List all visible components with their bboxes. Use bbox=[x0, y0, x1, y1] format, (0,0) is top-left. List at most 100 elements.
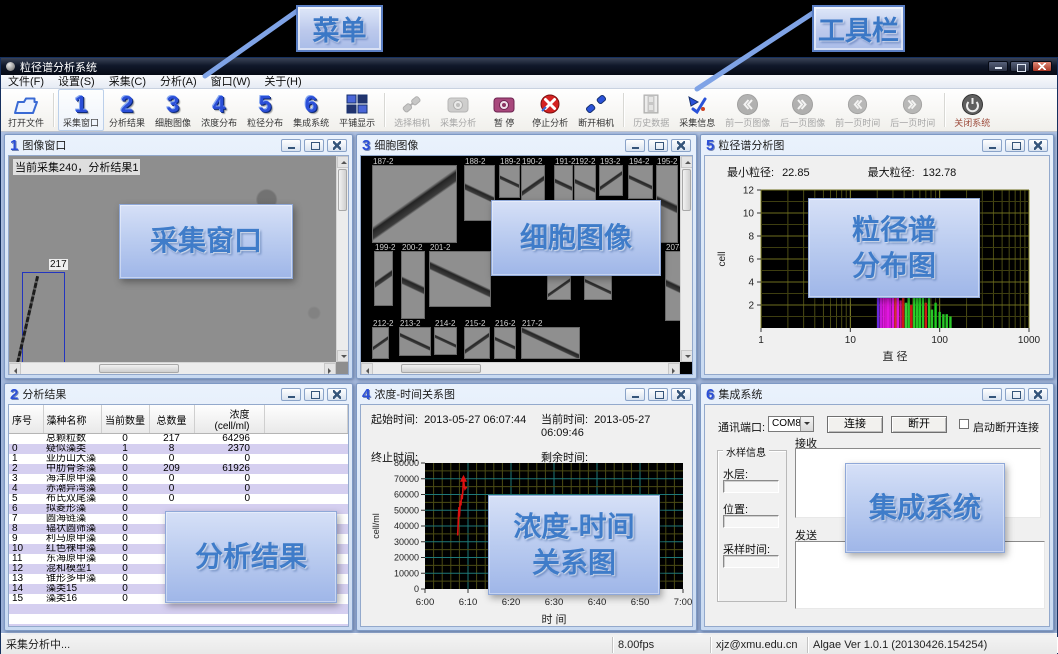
panel1-close-button[interactable] bbox=[327, 139, 347, 152]
window-maximize-button[interactable] bbox=[1010, 61, 1030, 72]
panel1-title-bar[interactable]: 1 图像窗口 bbox=[5, 135, 352, 155]
cell-thumbnail[interactable]: 213-2 bbox=[400, 328, 430, 355]
table-row[interactable]: 4赤潮异湾藻000 bbox=[9, 484, 348, 494]
table-row[interactable] bbox=[9, 604, 348, 614]
column-header-seq[interactable]: 序号 bbox=[9, 405, 43, 434]
cell-thumbnail[interactable]: 212-2 bbox=[373, 328, 388, 358]
auto-connect-checkbox[interactable] bbox=[959, 419, 969, 429]
column-header-current-count[interactable]: 当前数量 bbox=[101, 405, 149, 434]
view-size-distribution-button[interactable]: 5 粒径分布 bbox=[242, 89, 288, 131]
scroll-left-arrow-icon[interactable] bbox=[361, 363, 373, 375]
panel4-title-bar[interactable]: 4 浓度-时间关系图 bbox=[357, 384, 696, 404]
panel3-maximize-button[interactable] bbox=[648, 139, 668, 152]
scrollbar-thumb[interactable] bbox=[99, 364, 179, 373]
cell-thumbnail[interactable]: 216-2 bbox=[495, 328, 515, 358]
table-row[interactable]: 5布氏双尾藻000 bbox=[9, 494, 348, 504]
panel6-minimize-button[interactable] bbox=[982, 388, 1002, 401]
title-bar[interactable]: 粒径谱分析系统 bbox=[1, 58, 1057, 75]
panel2-minimize-button[interactable] bbox=[281, 388, 301, 401]
scroll-up-arrow-icon[interactable] bbox=[681, 156, 693, 168]
cell-thumbnail[interactable]: 188-2 bbox=[465, 166, 494, 220]
position-input[interactable] bbox=[723, 515, 779, 528]
scroll-left-arrow-icon[interactable] bbox=[9, 363, 21, 375]
next-image-button[interactable]: 后一页图像 bbox=[775, 89, 830, 131]
panel2-title-bar[interactable]: 2 分析结果 bbox=[5, 384, 352, 404]
cell-thumbnail[interactable]: 200-2 bbox=[402, 252, 424, 318]
panel6-close-button[interactable] bbox=[1028, 388, 1048, 401]
capture-image-view[interactable]: 当前采集240，分析结果1 217 采集窗口 bbox=[8, 155, 349, 375]
cell-thumbnail[interactable]: 215-2 bbox=[465, 328, 489, 358]
menu-item-settings[interactable]: 设置(S) bbox=[51, 75, 102, 89]
cell-thumbnail[interactable]: 207-2 bbox=[666, 252, 681, 320]
select-camera-button[interactable]: 选择相机 bbox=[389, 89, 435, 131]
sample-time-input[interactable] bbox=[723, 555, 779, 568]
com-port-select[interactable]: COM8 bbox=[768, 416, 814, 432]
panel5-close-button[interactable] bbox=[1028, 139, 1048, 152]
panel6-title-bar[interactable]: 6 集成系统 bbox=[701, 384, 1053, 404]
panel3-horizontal-scrollbar[interactable] bbox=[361, 362, 680, 374]
panel3-close-button[interactable] bbox=[671, 139, 691, 152]
panel1-maximize-button[interactable] bbox=[304, 139, 324, 152]
prev-time-button[interactable]: 前一页时间 bbox=[830, 89, 885, 131]
cell-thumbnail[interactable]: 217-2 bbox=[522, 328, 579, 358]
table-row[interactable]: 总颗粒数021764296 bbox=[9, 434, 348, 445]
column-header-concentration[interactable]: 浓度(cell/ml) bbox=[194, 405, 264, 434]
history-data-button[interactable]: 历史数据 bbox=[628, 89, 674, 131]
table-row[interactable]: 2中肋骨条藻020961926 bbox=[9, 464, 348, 474]
cell-thumbnail[interactable]: 214-2 bbox=[435, 328, 456, 354]
column-header-species[interactable]: 藻种名称 bbox=[43, 405, 101, 434]
disconnect-camera-button[interactable]: 断开相机 bbox=[573, 89, 619, 131]
stop-analysis-button[interactable]: 停止分析 bbox=[527, 89, 573, 131]
scrollbar-thumb[interactable] bbox=[338, 169, 347, 211]
panel3-minimize-button[interactable] bbox=[625, 139, 645, 152]
capture-analyze-button[interactable]: 采集分析 bbox=[435, 89, 481, 131]
window-close-button[interactable] bbox=[1032, 61, 1052, 72]
panel3-title-bar[interactable]: 3 细胞图像 bbox=[357, 135, 696, 155]
menu-item-analysis[interactable]: 分析(A) bbox=[153, 75, 204, 89]
scroll-right-arrow-icon[interactable] bbox=[668, 363, 680, 375]
cell-thumbnail[interactable]: 201-2 bbox=[430, 252, 490, 306]
prev-image-button[interactable]: 前一页图像 bbox=[720, 89, 775, 131]
menu-item-file[interactable]: 文件(F) bbox=[1, 75, 51, 89]
panel6-maximize-button[interactable] bbox=[1005, 388, 1025, 401]
close-system-button[interactable]: 关闭系统 bbox=[949, 89, 995, 131]
column-header-total-count[interactable]: 总数量 bbox=[149, 405, 194, 434]
panel4-maximize-button[interactable] bbox=[648, 388, 668, 401]
panel5-title-bar[interactable]: 5 粒径谱分析图 bbox=[701, 135, 1053, 155]
table-row[interactable]: 1亚历山大藻000 bbox=[9, 454, 348, 464]
connect-button[interactable]: 连接 bbox=[827, 416, 883, 433]
chevron-down-icon[interactable] bbox=[800, 417, 813, 431]
pause-button[interactable]: 暂 停 bbox=[481, 89, 527, 131]
scroll-down-arrow-icon[interactable] bbox=[681, 350, 693, 362]
menu-item-capture[interactable]: 采集(C) bbox=[102, 75, 153, 89]
panel4-close-button[interactable] bbox=[671, 388, 691, 401]
cell-thumbnail[interactable]: 194-2 bbox=[629, 166, 652, 198]
cell-thumbnail[interactable]: 199-2 bbox=[375, 252, 392, 305]
scroll-right-arrow-icon[interactable] bbox=[324, 363, 336, 375]
cell-thumbnail[interactable]: 187-2 bbox=[373, 166, 456, 242]
table-row[interactable] bbox=[9, 624, 348, 626]
water-layer-input[interactable] bbox=[723, 480, 779, 493]
open-file-button[interactable]: 打开文件 bbox=[3, 89, 49, 131]
panel1-horizontal-scrollbar[interactable] bbox=[9, 362, 336, 374]
cell-thumbnail[interactable]: 191-2 bbox=[555, 166, 572, 203]
view-capture-window-button[interactable]: 1 采集窗口 bbox=[58, 89, 104, 131]
panel1-minimize-button[interactable] bbox=[281, 139, 301, 152]
scroll-down-arrow-icon[interactable] bbox=[337, 350, 349, 362]
cell-thumbnail[interactable]: 193-2 bbox=[600, 166, 622, 195]
table-row[interactable]: 3海洋原甲藻000 bbox=[9, 474, 348, 484]
disconnect-button[interactable]: 断开 bbox=[891, 416, 947, 433]
view-cell-images-button[interactable]: 3 细胞图像 bbox=[150, 89, 196, 131]
panel5-maximize-button[interactable] bbox=[1005, 139, 1025, 152]
scrollbar-thumb[interactable] bbox=[401, 364, 481, 373]
view-integrated-system-button[interactable]: 6 集成系统 bbox=[288, 89, 334, 131]
view-concentration-button[interactable]: 4 浓度分布 bbox=[196, 89, 242, 131]
table-row[interactable]: 0疑似藻类182370 bbox=[9, 444, 348, 454]
cell-thumbnail[interactable]: 189-2 bbox=[500, 166, 519, 197]
panel1-vertical-scrollbar[interactable] bbox=[336, 156, 348, 362]
panel3-vertical-scrollbar[interactable] bbox=[680, 156, 692, 362]
menu-item-window[interactable]: 窗口(W) bbox=[204, 75, 258, 89]
panel5-minimize-button[interactable] bbox=[982, 139, 1002, 152]
cell-thumbnail[interactable] bbox=[548, 276, 570, 299]
view-analysis-results-button[interactable]: 2 分析结果 bbox=[104, 89, 150, 131]
